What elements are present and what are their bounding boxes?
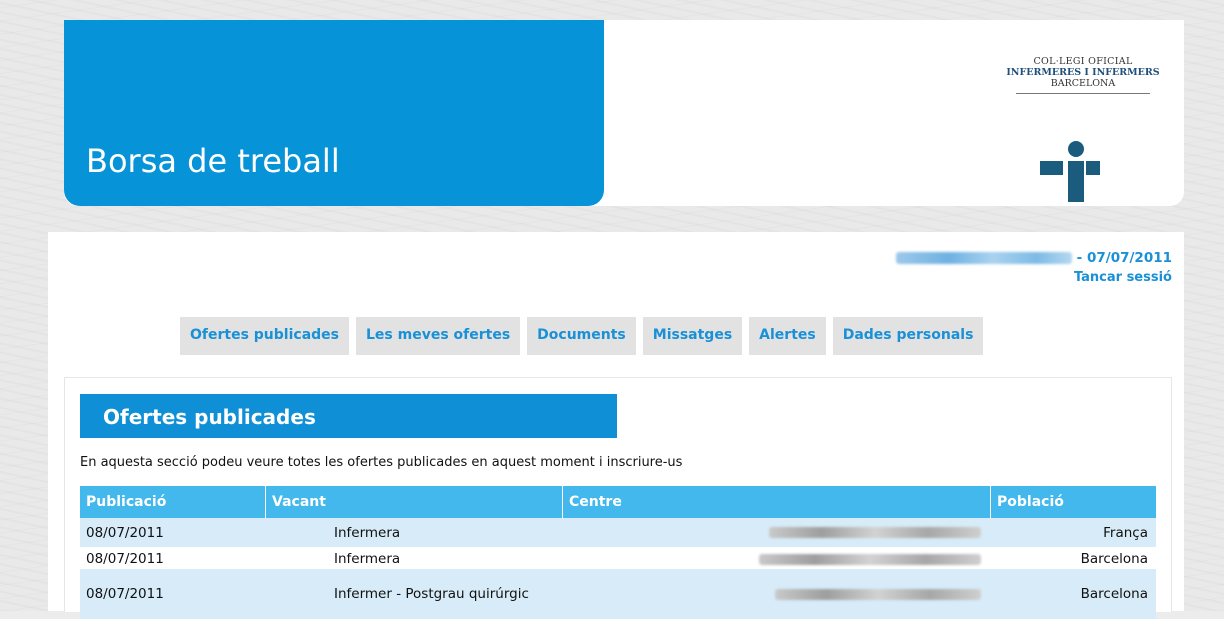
cell-vacant[interactable]: Infermer - Postgrau quirúrgic	[266, 569, 563, 619]
header-banner: Borsa de treball	[64, 20, 604, 206]
section-title: Ofertes publicades	[80, 394, 617, 438]
tab-missatges[interactable]: Missatges	[642, 317, 743, 355]
logout-link[interactable]: Tancar sessió	[1074, 270, 1172, 285]
logo-divider	[1016, 93, 1150, 94]
offers-table: Publicació Vacant Centre Població 08/07/…	[80, 486, 1156, 619]
section-intro: En aquesta secció podeu veure totes les …	[80, 455, 683, 470]
column-header-publicacio[interactable]: Publicació	[80, 486, 266, 518]
cell-place: França	[1103, 524, 1148, 541]
table-row[interactable]: 08/07/2011 Infermera Barcelona	[80, 547, 1156, 569]
cross-logo-icon	[1040, 141, 1100, 202]
tab-les-meves-ofertes[interactable]: Les meves ofertes	[356, 317, 521, 355]
tab-alertes[interactable]: Alertes	[749, 317, 826, 355]
cell-vacant[interactable]: Infermera	[266, 518, 563, 547]
offers-panel: Ofertes publicades En aquesta secció pod…	[64, 377, 1172, 619]
logo-text-line3: BARCELONA	[1050, 78, 1116, 89]
logo-text-line1: COL·LEGI OFICIAL	[1033, 56, 1133, 67]
site-title: Borsa de treball	[86, 142, 340, 180]
session-date: - 07/07/2011	[1071, 250, 1172, 266]
tab-documents[interactable]: Documents	[527, 317, 636, 355]
site-header: Borsa de treball COL·LEGI OFICIAL INFERM…	[64, 20, 1184, 206]
table-header: Publicació Vacant Centre Població	[80, 486, 1156, 518]
cell-place: Barcelona	[1080, 586, 1148, 602]
table-row[interactable]: 08/07/2011 Infermera França	[80, 518, 1156, 547]
column-header-poblacio[interactable]: Població	[991, 486, 1156, 518]
tab-dades-personals[interactable]: Dades personals	[832, 317, 984, 355]
cell-place: Barcelona	[1080, 551, 1148, 567]
cell-date: 08/07/2011	[86, 524, 164, 541]
table-row[interactable]: 08/07/2011 Infermer - Postgrau quirúrgic…	[80, 569, 1156, 619]
logo-text-line2: INFERMERES I INFERMERS	[1006, 67, 1160, 78]
column-header-centre[interactable]: Centre	[563, 486, 991, 518]
cell-centre-redacted	[563, 547, 991, 571]
session-info: - 07/07/2011	[895, 250, 1172, 266]
cell-date: 08/07/2011	[86, 551, 164, 567]
cell-date: 08/07/2011	[86, 586, 164, 602]
college-logo[interactable]: COL·LEGI OFICIAL INFERMERES I INFERMERS …	[996, 56, 1170, 202]
cell-centre-redacted	[563, 518, 991, 547]
user-name-redacted	[895, 252, 1072, 264]
main-tabs: Ofertes publicades Les meves ofertes Doc…	[180, 317, 984, 355]
cell-centre-redacted	[563, 569, 991, 619]
column-header-vacant[interactable]: Vacant	[266, 486, 563, 518]
tab-ofertes-publicades[interactable]: Ofertes publicades	[180, 317, 349, 355]
main-content: - 07/07/2011 Tancar sessió Ofertes publi…	[48, 232, 1184, 619]
cell-vacant[interactable]: Infermera	[266, 547, 563, 571]
table-body: 08/07/2011 Infermera França 08/07/2011 I…	[80, 518, 1156, 619]
